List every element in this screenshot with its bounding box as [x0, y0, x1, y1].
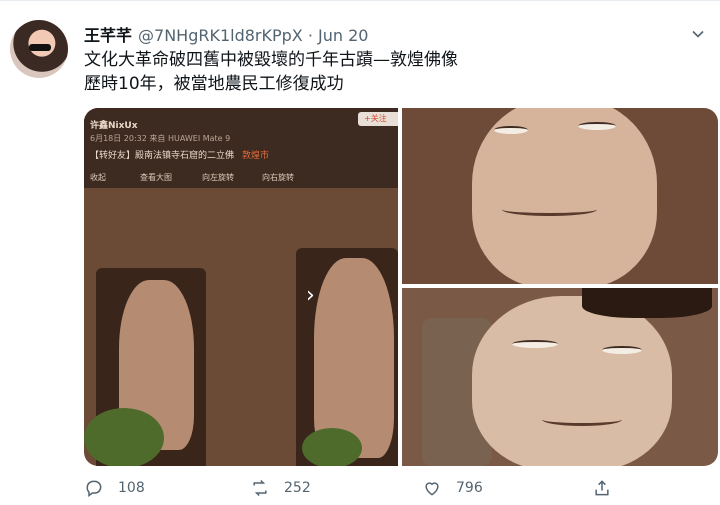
- media-image-2[interactable]: [402, 108, 718, 284]
- statue-face: [472, 296, 672, 466]
- tweet-text: 文化大革命破四舊中被毀壞的千年古蹟—敦煌佛像 歷時10年，被當地農民工修復成功: [84, 48, 704, 96]
- embedded-tag: 【转好友】殿南法镇寺石窟的二立佛 敦煌市: [90, 148, 269, 161]
- media-image-1[interactable]: 许鑫NixUx +关注 6月18日 20:32 来自 HUAWEI Mate 9…: [84, 108, 398, 466]
- reply-button[interactable]: 108: [84, 478, 145, 498]
- like-icon: [425, 482, 439, 496]
- statue-face: [472, 108, 657, 284]
- embedded-tool-collapse: 收起: [90, 173, 106, 182]
- display-name[interactable]: 王芊芊: [84, 26, 132, 45]
- statue-eye-right: [578, 122, 616, 130]
- statue-eye-right: [602, 346, 642, 354]
- statue-mouth: [502, 203, 597, 216]
- embedded-toolbar: 收起 查看大图 向左旋转 向右旋转: [84, 168, 398, 188]
- embedded-meta: 6月18日 20:32 来自 HUAWEI Mate 9: [90, 134, 231, 143]
- embedded-location: 敦煌市: [242, 151, 270, 161]
- tweet-header: 王芊芊 @7NHgRK1ld8rKPpX · Jun 20: [84, 22, 368, 46]
- handle-and-date[interactable]: @7NHgRK1ld8rKPpX · Jun 20: [138, 26, 368, 45]
- statue-eye-left: [494, 126, 528, 134]
- avatar[interactable]: [10, 20, 68, 78]
- tweet-text-line-2: 歷時10年，被當地農民工修復成功: [84, 74, 344, 94]
- reply-icon: [86, 480, 102, 497]
- more-icon[interactable]: [688, 24, 708, 44]
- like-count: 796: [456, 480, 483, 496]
- statue-eye-left: [512, 340, 558, 348]
- media-image-3[interactable]: [402, 288, 718, 466]
- tweet-text-line-1: 文化大革命破四舊中被毀壞的千年古蹟—敦煌佛像: [84, 50, 458, 70]
- shrub: [84, 408, 164, 466]
- statue-mouth: [542, 413, 622, 426]
- avatar-glasses: [29, 44, 51, 51]
- embedded-tool-rotate-left: 向左旋转: [202, 173, 234, 182]
- shrub: [302, 428, 362, 466]
- like-button[interactable]: 796: [422, 478, 483, 498]
- top-divider: [0, 0, 720, 1]
- statue-hair: [582, 288, 712, 318]
- embedded-tool-view-large: 查看大图: [140, 173, 172, 182]
- embedded-follow-button: +关注: [358, 112, 398, 126]
- share-icon: [595, 480, 609, 496]
- share-button[interactable]: [592, 478, 612, 498]
- tweet-actions: 108 252 796: [84, 478, 704, 502]
- chevron-right-icon: ›: [306, 283, 315, 308]
- embedded-post-header: 许鑫NixUx +关注 6月18日 20:32 来自 HUAWEI Mate 9…: [84, 108, 398, 188]
- reply-count: 108: [118, 480, 145, 496]
- embedded-tag-text: 【转好友】殿南法镇寺石窟的二立佛: [90, 151, 235, 161]
- media-grid: 许鑫NixUx +关注 6月18日 20:32 来自 HUAWEI Mate 9…: [84, 108, 718, 466]
- retweet-button[interactable]: 252: [250, 478, 311, 498]
- embedded-tool-rotate-right: 向右旋转: [262, 173, 294, 182]
- retweet-icon: [253, 479, 267, 497]
- embedded-username: 许鑫NixUx: [90, 121, 138, 131]
- retweet-count: 252: [284, 480, 311, 496]
